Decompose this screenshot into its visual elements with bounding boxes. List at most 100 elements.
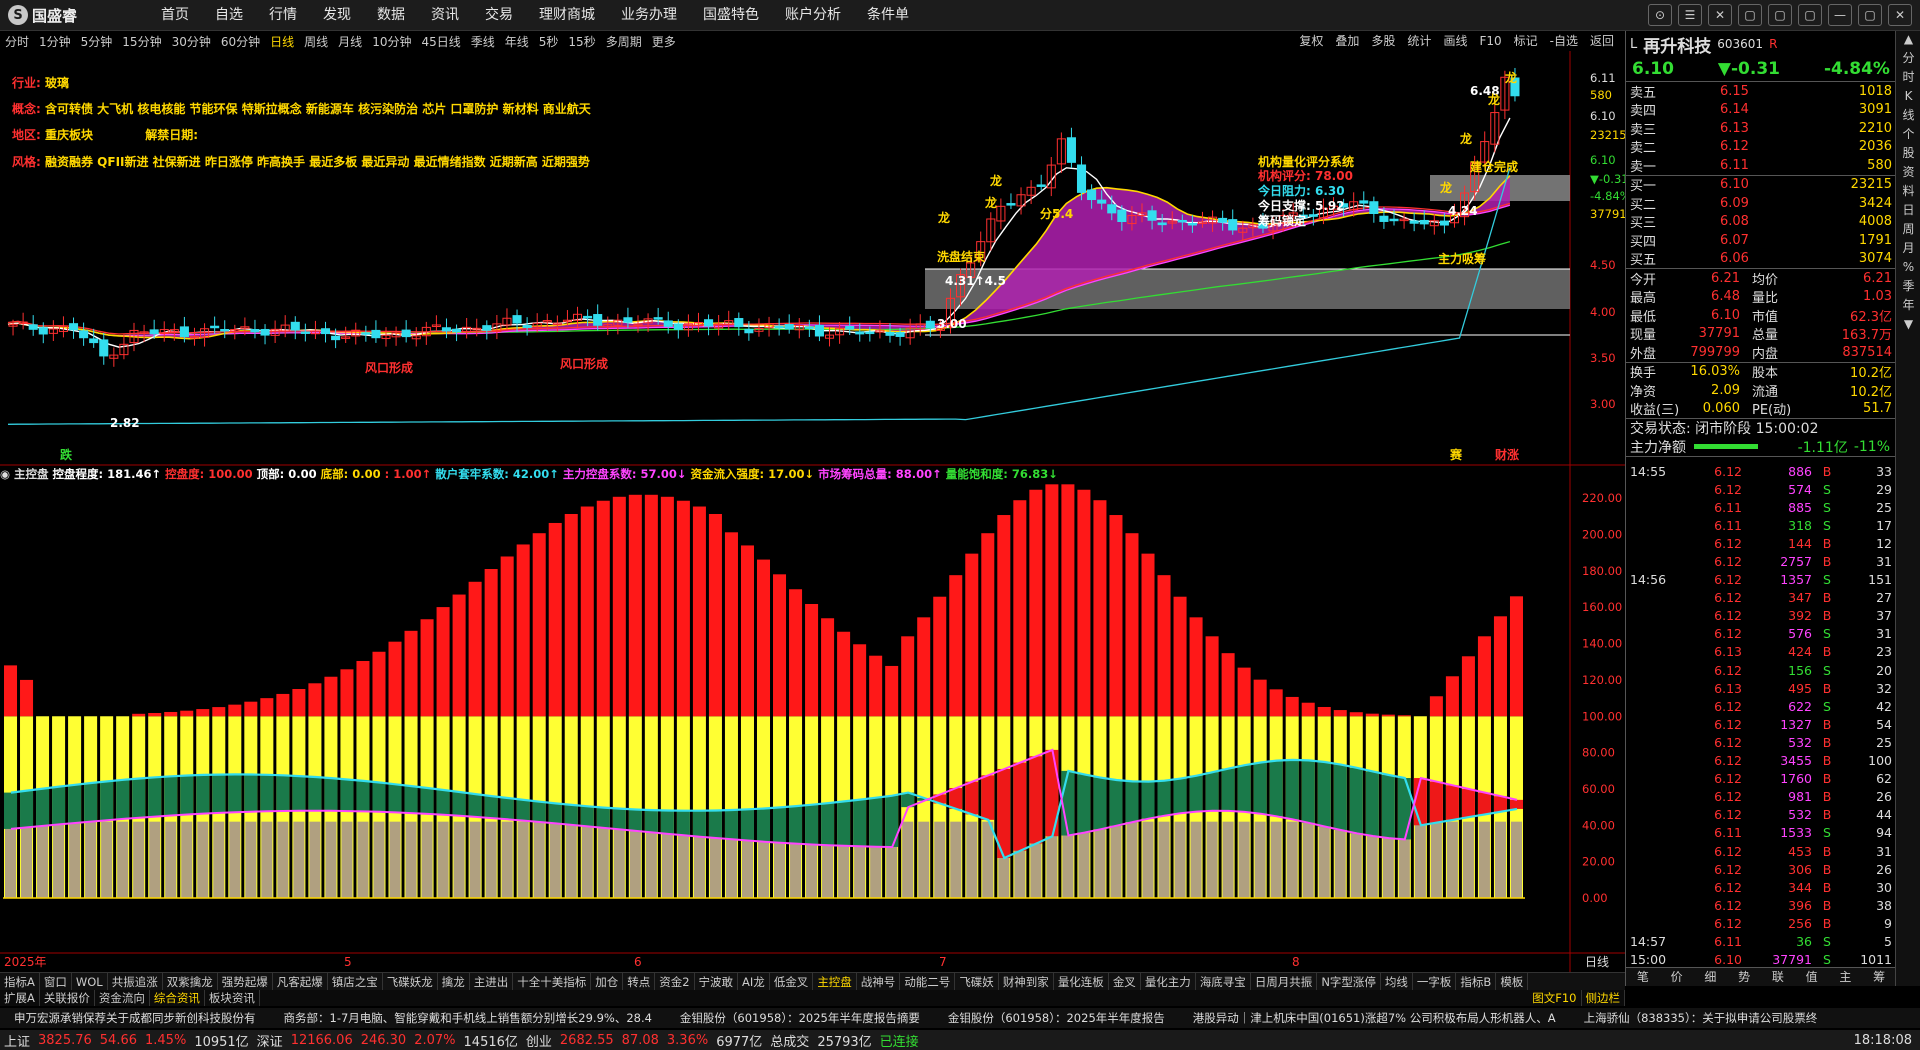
sidebar-item-5[interactable]: 个: [1902, 126, 1914, 143]
info-tab-2[interactable]: 资金流向: [95, 990, 150, 1006]
indicator-tab-13[interactable]: 转点: [623, 973, 656, 991]
news-ticker: 申万宏源承销保荐关于成都同步新创科技股份有 商务部：1-7月电脑、智能穿戴和手机线…: [0, 1008, 1920, 1028]
indicator-tab-19[interactable]: 战神号: [857, 973, 901, 991]
candle-body: [804, 326, 814, 329]
window-button-icon-1[interactable]: ☰: [1678, 4, 1702, 26]
indicator-tab-9[interactable]: 擒龙: [438, 973, 470, 991]
sidebar-item-9[interactable]: 日: [1902, 202, 1914, 219]
order-book-row[interactable]: 卖二 6.12 2036: [1626, 138, 1896, 156]
indicator-tab-7[interactable]: 镇店之宝: [328, 973, 383, 991]
indicator-tab-0[interactable]: 指标A: [0, 973, 40, 991]
info-tab-4[interactable]: 板块资讯: [205, 990, 260, 1006]
info-tab-0[interactable]: 扩展A: [0, 990, 40, 1006]
order-book-row[interactable]: 买二 6.09 3424: [1626, 194, 1896, 213]
side-tab-1[interactable]: 侧边栏: [1582, 990, 1625, 1006]
kline-chart[interactable]: 6.11 580 6.10 23215 6.10 ▼-0.31 -4.84% 37791 4.5…: [0, 0, 1625, 972]
window-button-icon-7[interactable]: ▢: [1858, 4, 1882, 26]
indicator-tab-20[interactable]: 动能二号: [900, 973, 956, 991]
window-button-icon-6[interactable]: —: [1828, 4, 1852, 26]
quote-tab-3[interactable]: 势: [1727, 968, 1761, 986]
indicator-tab-2[interactable]: WOL: [72, 973, 108, 991]
sidebar-item-14[interactable]: 年: [1902, 297, 1914, 314]
tick-row: 6.12 981 B 26: [1714, 789, 1892, 805]
indicator-tab-31[interactable]: 指标B: [1456, 973, 1497, 991]
window-button-icon-5[interactable]: ▢: [1798, 4, 1822, 26]
indicator-tab-11[interactable]: 十全十美指标: [513, 973, 592, 991]
sidebar-item-8[interactable]: 料: [1902, 183, 1914, 200]
control-bar-lower: [485, 821, 497, 898]
flow-bar: [1157, 780, 1171, 816]
tick-list[interactable]: 14:55 6.12 886 B 33 6.12 574 S 29 6.11 885 S 25 6.11 3…: [1626, 457, 1896, 969]
indicator-tab-14[interactable]: 资金2: [655, 973, 695, 991]
indicator-tab-16[interactable]: AI龙: [738, 973, 770, 991]
sidebar-item-15[interactable]: ▼: [1904, 316, 1913, 333]
indicator-tab-6[interactable]: 凡客起爆: [273, 973, 328, 991]
order-book-row[interactable]: 买四 6.07 1791: [1626, 231, 1896, 250]
candle-body: [1228, 219, 1238, 231]
order-book-row[interactable]: 卖三 6.13 2210: [1626, 119, 1896, 138]
sidebar-item-7[interactable]: 资: [1902, 164, 1914, 181]
indicator-tab-12[interactable]: 加仓: [591, 973, 624, 991]
quote-tab-2[interactable]: 细: [1694, 968, 1728, 986]
news-item[interactable]: 上海骄仙（838335）：关于拟申请公司股票终: [1570, 1011, 1832, 1025]
info-tab-1[interactable]: 关联报价: [40, 990, 95, 1006]
sidebar-item-4[interactable]: 线: [1902, 107, 1914, 124]
window-button-icon-4[interactable]: ▢: [1768, 4, 1792, 26]
quote-tab-0[interactable]: 笔: [1626, 968, 1660, 986]
news-item[interactable]: 港股异动｜津上机床中国(01651)涨超7% 公司积极布局人形机器人、A: [1179, 1011, 1570, 1025]
window-button-icon-0[interactable]: ⊙: [1648, 4, 1672, 26]
sidebar-item-1[interactable]: 分: [1902, 50, 1914, 67]
sub-axis-label: 140.00: [1582, 637, 1622, 651]
sidebar-item-10[interactable]: 周: [1902, 221, 1914, 238]
info-tab-3[interactable]: 综合资讯: [150, 990, 205, 1006]
order-book-row[interactable]: 卖四 6.14 3091: [1626, 101, 1896, 119]
indicator-tab-32[interactable]: 模板: [1496, 973, 1529, 991]
sidebar-item-3[interactable]: K: [1905, 88, 1913, 105]
order-book-row[interactable]: 买一 6.10 23215: [1626, 176, 1896, 194]
news-item[interactable]: 申万宏源承销保荐关于成都同步新创科技股份有: [0, 1011, 270, 1025]
order-book-row[interactable]: 买五 6.06 3074: [1626, 250, 1896, 268]
order-book-row[interactable]: 买三 6.08 4008: [1626, 213, 1896, 231]
indicator-tab-30[interactable]: 一字板: [1413, 973, 1457, 991]
indicator-tab-24[interactable]: 金叉: [1109, 973, 1141, 991]
indicator-tab-26[interactable]: 海底寻宝: [1196, 973, 1251, 991]
indicator-tab-3[interactable]: 共振追涨: [108, 973, 163, 991]
indicator-tab-29[interactable]: 均线: [1381, 973, 1413, 991]
order-book-row[interactable]: 卖五 6.15 1018: [1626, 82, 1896, 101]
indicator-tab-18[interactable]: 主控盘: [813, 973, 857, 991]
sidebar-item-11[interactable]: 月: [1902, 240, 1914, 257]
indicator-tab-15[interactable]: 宁波敢: [695, 973, 739, 991]
indicator-tab-10[interactable]: 主进出: [470, 973, 514, 991]
quote-tab-5[interactable]: 值: [1795, 968, 1829, 986]
indicator-tab-28[interactable]: N字型涨停: [1317, 973, 1381, 991]
quote-tab-4[interactable]: 联: [1761, 968, 1795, 986]
window-button-icon-8[interactable]: ✕: [1888, 4, 1912, 26]
window-button-icon-3[interactable]: ▢: [1738, 4, 1762, 26]
quote-tab-1[interactable]: 价: [1660, 968, 1694, 986]
side-tab-0[interactable]: 图文F10: [1528, 990, 1582, 1006]
indicator-tab-27[interactable]: 日周月共振: [1251, 973, 1318, 991]
news-item[interactable]: 金钼股份（601958）：2025年半年度报告: [934, 1011, 1179, 1025]
indicator-tab-5[interactable]: 强势起爆: [218, 973, 273, 991]
sidebar-item-0[interactable]: ▲: [1904, 31, 1913, 48]
news-item[interactable]: 金钼股份（601958）：2025年半年度报告摘要: [666, 1011, 934, 1025]
indicator-tab-21[interactable]: 飞碟妖: [955, 973, 999, 991]
indicator-tab-4[interactable]: 双紫擒龙: [163, 973, 218, 991]
order-book-row[interactable]: 卖一 6.11 580: [1626, 156, 1896, 175]
sidebar-item-6[interactable]: 股: [1902, 145, 1914, 162]
indicator-tab-8[interactable]: 飞碟妖龙: [383, 973, 438, 991]
sidebar-item-2[interactable]: 时: [1902, 69, 1914, 86]
news-item[interactable]: 商务部：1-7月电脑、智能穿戴和手机线上销售额分别增长29.9%、28.4: [270, 1011, 666, 1025]
candle-body: [1036, 184, 1046, 187]
indicator-tab-17[interactable]: 低金叉: [770, 973, 814, 991]
indicator-tab-22[interactable]: 财神到家: [999, 973, 1054, 991]
indicator-tab-25[interactable]: 量化主力: [1141, 973, 1196, 991]
quote-tab-7[interactable]: 筹: [1862, 968, 1896, 986]
indicator-tab-23[interactable]: 量化连板: [1054, 973, 1109, 991]
quote-tab-6[interactable]: 主: [1829, 968, 1863, 986]
indicator-tab-1[interactable]: 窗口: [40, 973, 72, 991]
window-button-icon-2[interactable]: ✕: [1708, 4, 1732, 26]
status-field: 1.45%: [145, 1032, 187, 1048]
sidebar-item-12[interactable]: %: [1903, 259, 1914, 276]
sidebar-item-13[interactable]: 季: [1902, 278, 1914, 295]
